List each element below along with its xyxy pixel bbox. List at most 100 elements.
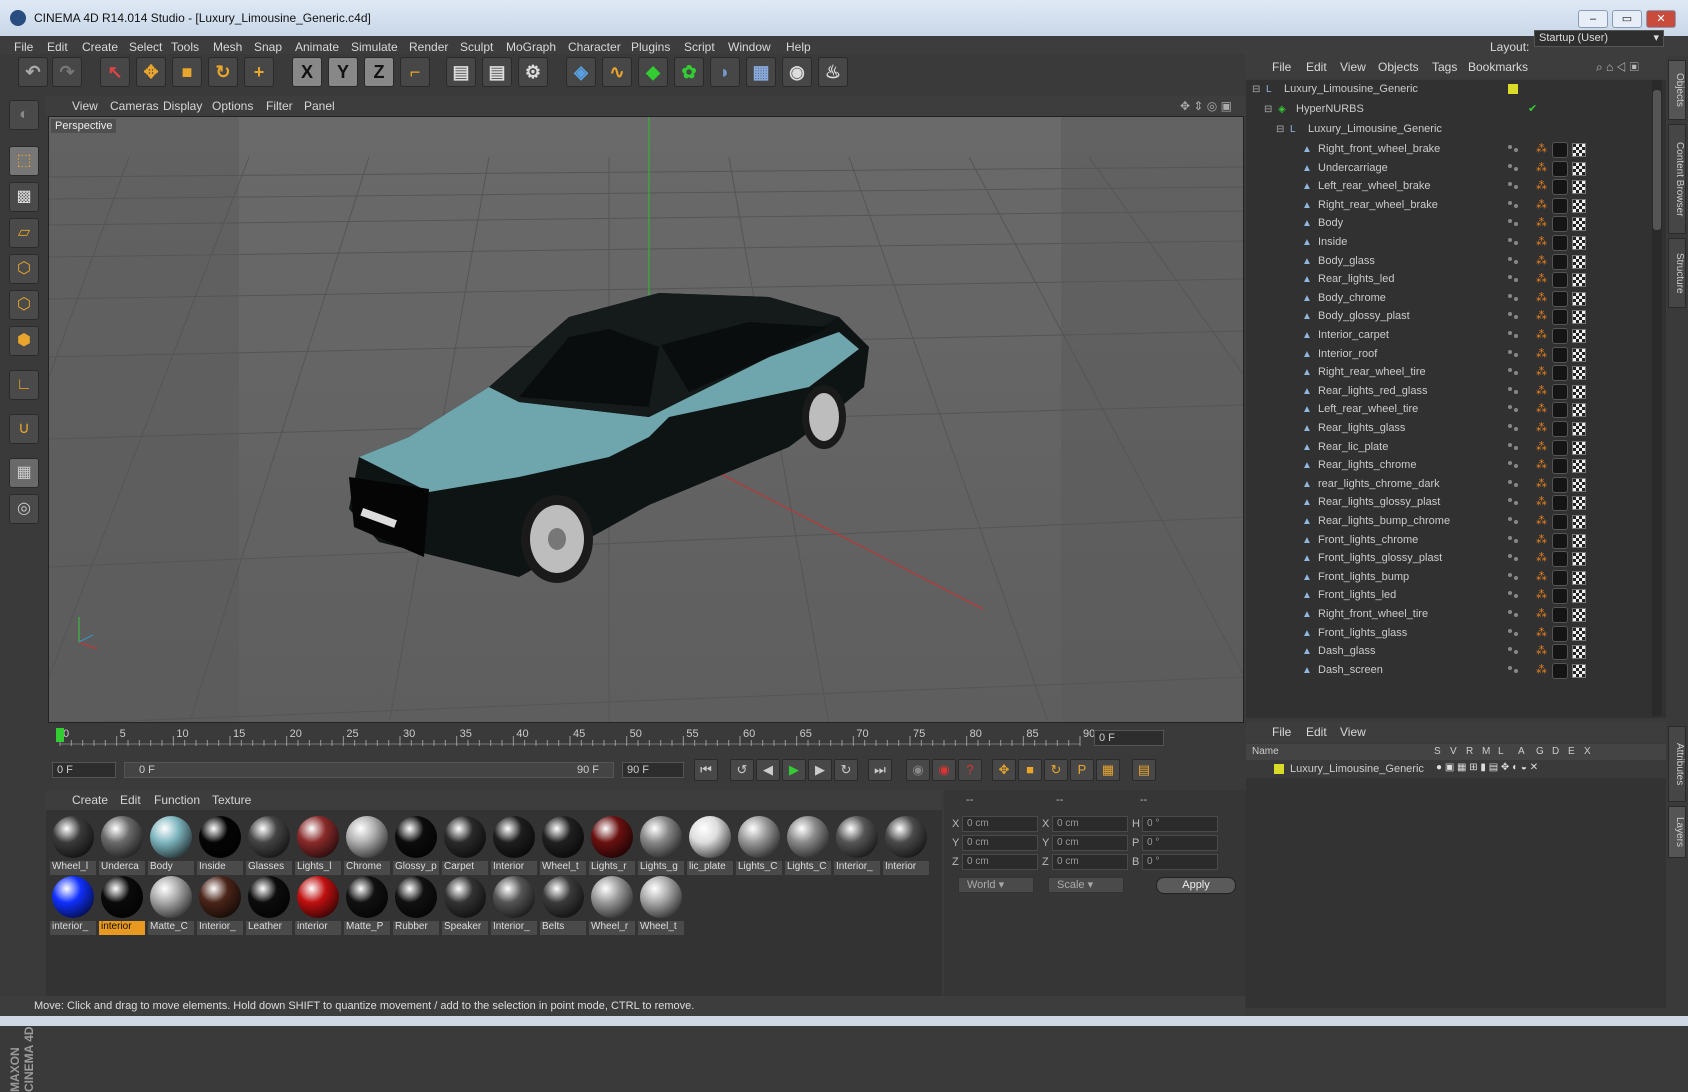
array-button[interactable]: ✿ [674,57,704,87]
goto-end-button[interactable]: ⏭ [868,759,892,781]
visibility-dots[interactable] [1508,535,1522,546]
visibility-dots[interactable] [1508,312,1522,322]
deformer-button[interactable]: ◗ [710,57,740,87]
object-row[interactable]: ▲ Dash_glass ⁂ [1246,642,1666,662]
nurbs-button[interactable]: ◆ [638,57,668,87]
phong-tag-icon[interactable]: ⁂ [1536,385,1547,398]
start-frame-field[interactable]: 0 F [52,762,116,778]
coord-field[interactable]: 0 cm [1052,816,1128,832]
material-swatch[interactable]: Wheel_t [540,814,586,876]
material-swatch[interactable]: Interior_ [491,874,537,936]
world-select[interactable]: World ▾ [958,877,1034,893]
phong-tag-icon[interactable]: ⁂ [1536,367,1547,379]
visibility-dots[interactable] [1508,219,1522,229]
redo-button[interactable]: ↷ [52,57,82,87]
goto-start-button[interactable]: ⏮ [694,759,718,781]
phong-tag-icon[interactable]: ⁂ [1536,553,1547,565]
phong-tag-icon[interactable]: ⁂ [1536,478,1547,491]
uvw-tag-icon[interactable] [1572,440,1586,455]
record-keys-button[interactable]: ◉ [906,759,930,781]
phong-tag-icon[interactable]: ⁂ [1536,460,1547,472]
phong-tag-icon[interactable]: ⁂ [1536,571,1547,584]
object-row[interactable]: ▲ Right_rear_wheel_brake ⁂ [1246,196,1666,216]
material-swatch[interactable]: Glossy_p [393,814,439,876]
visibility-dots[interactable] [1508,145,1522,155]
minimize-button[interactable]: – [1578,10,1608,28]
material-swatch[interactable]: Inside [197,814,243,876]
uvw-tag-icon[interactable] [1572,422,1586,436]
object-row[interactable]: ▲ Dash_screen ⁂ [1246,661,1666,681]
spline-button[interactable]: ∿ [602,57,632,87]
phong-tag-icon[interactable]: ⁂ [1536,497,1547,509]
menu-mesh[interactable]: Mesh [213,40,242,54]
visibility-dots[interactable] [1508,572,1522,583]
coord-field[interactable]: 0 cm [1052,854,1128,870]
visibility-dots[interactable] [1508,424,1522,434]
material-swatch[interactable]: lic_plate [687,814,733,876]
layer-column-header[interactable]: E [1568,746,1575,757]
camera-button[interactable]: ◉ [782,57,812,87]
object-row[interactable]: ▲ Body_glass ⁂ [1246,252,1666,272]
object-row-group[interactable]: ⊟ L Luxury_Limousine_Generic [1246,120,1666,140]
menu-render[interactable]: Render [409,40,448,54]
z-axis-lock-button[interactable]: Z [364,57,394,87]
tab-layers[interactable]: Layers [1668,806,1686,858]
visibility-dots[interactable] [1508,461,1522,471]
floor-button[interactable]: ▦ [746,57,776,87]
material-tag-icon[interactable] [1552,346,1568,363]
object-row[interactable]: ▲ Right_rear_wheel_tire ⁂ [1246,363,1666,383]
scale-select[interactable]: Scale ▾ [1048,877,1124,893]
material-tag-icon[interactable] [1552,514,1568,530]
key-rotation-button[interactable]: ↻ [1044,759,1068,781]
visibility-dots[interactable] [1508,442,1522,453]
visibility-dots[interactable] [1508,647,1522,657]
material-tag-icon[interactable] [1552,160,1568,177]
material-tag-icon[interactable] [1552,662,1568,679]
uvw-tag-icon[interactable] [1572,552,1586,567]
coord-field[interactable]: 0 cm [1052,835,1128,851]
visibility-dots[interactable] [1508,498,1522,508]
material-swatch[interactable]: Lights_l [295,814,341,876]
material-tag-icon[interactable] [1552,402,1568,419]
layer-column-header[interactable]: L [1498,746,1504,757]
polygons-mode-button[interactable]: ⬢ [9,326,39,356]
uvw-tag-icon[interactable] [1572,273,1586,288]
checkmark-icon[interactable]: ✔ [1528,102,1537,115]
uvw-tag-icon[interactable] [1572,608,1586,622]
objects-menu-tags[interactable]: Tags [1432,60,1457,74]
menu-script[interactable]: Script [684,40,715,54]
apply-button[interactable]: Apply [1156,877,1236,894]
menu-window[interactable]: Window [728,40,771,54]
object-row[interactable]: ▲ Rear_lights_glass ⁂ [1246,419,1666,439]
menu-sculpt[interactable]: Sculpt [460,40,493,54]
render-picture-viewer-button[interactable]: ▤ [482,57,512,87]
material-tag-icon[interactable] [1552,495,1568,512]
uvw-tag-icon[interactable] [1572,236,1586,250]
object-row-hypernurbs[interactable]: ⊟ ◈ HyperNURBS ✔ [1246,100,1666,120]
material-tag-icon[interactable] [1552,290,1568,307]
visibility-dots[interactable] [1508,331,1522,341]
objects-menu-view[interactable]: View [1340,60,1366,74]
object-row[interactable]: ▲ Right_front_wheel_tire ⁂ [1246,605,1666,625]
material-swatch[interactable]: Speaker [442,874,488,936]
object-row[interactable]: ▲ Rear_lic_plate ⁂ [1246,438,1666,458]
make-editable-button[interactable]: ◐ [9,100,39,130]
visibility-dots[interactable] [1508,628,1522,639]
material-swatch[interactable]: Body [148,814,194,876]
phong-tag-icon[interactable]: ⁂ [1536,181,1547,193]
menu-snap[interactable]: Snap [254,40,282,54]
layer-column-header[interactable]: G [1536,746,1544,757]
layer-column-header[interactable]: R [1466,746,1473,757]
phong-tag-icon[interactable]: ⁂ [1536,516,1547,528]
visibility-dots[interactable] [1508,386,1522,397]
objects-menu-objects[interactable]: Objects [1378,60,1419,74]
object-row[interactable]: ▲ Undercarriage ⁂ [1246,159,1666,179]
viewport-menu-display[interactable]: Display [163,99,202,113]
objects-menu-file[interactable]: File [1272,60,1291,74]
phong-tag-icon[interactable]: ⁂ [1536,534,1547,547]
visibility-dots[interactable] [1508,479,1522,490]
material-tag-icon[interactable] [1552,569,1568,586]
phong-tag-icon[interactable]: ⁂ [1536,646,1547,658]
play-button[interactable]: ▶ [782,759,806,781]
material-swatch[interactable]: Wheel_t [638,874,684,936]
